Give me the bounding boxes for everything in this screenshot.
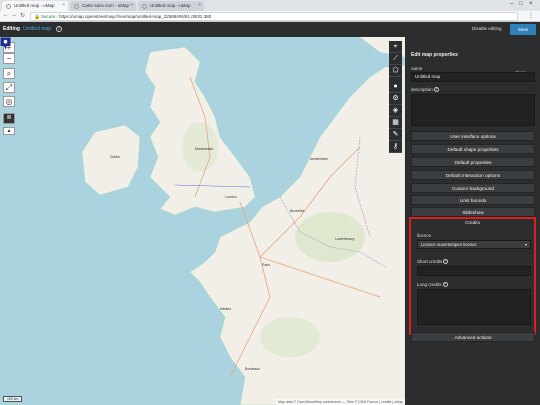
license-label: licence [417, 233, 432, 238]
city-label: Dublin [110, 155, 120, 159]
credits-section: Credits licence Licence ouverte/open lic… [409, 217, 536, 335]
search-icon[interactable]: ⌕ [3, 68, 15, 79]
minimize-icon[interactable]: – [510, 1, 513, 7]
locate-icon[interactable]: ◎ [3, 96, 15, 107]
section-default-shape-properties[interactable]: Default shape properties [411, 144, 535, 154]
section-slideshow[interactable]: Slideshow [411, 207, 535, 217]
browser-menu-icon[interactable]: ⋮ [528, 12, 534, 19]
maximize-icon[interactable]: □ [519, 1, 523, 7]
edit-map-properties-panel: Edit map properties Close name Untitled … [405, 37, 540, 405]
draw-line-icon[interactable]: ⟋ [389, 53, 402, 65]
help-icon[interactable]: ? [56, 26, 62, 32]
short-credits-label: Short credits? [417, 259, 449, 265]
tab-label: Untitled map - uMap [14, 3, 55, 8]
secure-label: Secure [41, 14, 56, 19]
draw-marker-icon[interactable]: ⌖ [389, 41, 402, 53]
name-label: name [411, 66, 423, 71]
close-window-icon[interactable]: × [529, 1, 533, 7]
map-canvas[interactable]: London Paris Bruxelles Amsterdam Luxembo… [0, 37, 405, 405]
layers-icon[interactable]: ≣ [3, 113, 15, 124]
map-tiles [81, 37, 405, 405]
tab-label: Untitled map - uMap [150, 3, 191, 8]
browser-tab-bar: Untitled map - uMap × Carte sans nom - u… [0, 0, 540, 11]
url-text: https://umap.openstreetmap.fr/en/map/unt… [58, 14, 212, 19]
map-info-icon[interactable]: ● [389, 81, 402, 93]
close-tab-icon[interactable]: × [130, 1, 133, 9]
fullscreen-icon[interactable]: ⤢ [3, 82, 15, 93]
lock-icon: 🔒 [34, 14, 41, 20]
key-permissions-icon[interactable]: ⚷ [389, 141, 402, 153]
favicon-icon [142, 4, 147, 9]
help-icon[interactable]: ? [433, 87, 439, 93]
dropdown-arrow-icon: ▾ [524, 242, 527, 247]
help-icon[interactable]: ? [443, 259, 449, 265]
credits-title[interactable]: Credits [413, 220, 532, 225]
city-label: Bruxelles [290, 209, 305, 213]
edit-toolbar: ⌖ ⟋ ⬠ ● ⚙ ◈ ▦ ✎ ⚷ [389, 41, 402, 153]
city-label: Luxembourg [335, 237, 355, 241]
url-field[interactable]: 🔒 Secure | https://umap.openstreetmap.fr… [30, 12, 518, 21]
city-label: Amsterdam [310, 157, 328, 161]
long-credits-label: Long credits? [417, 282, 448, 288]
section-user-interface-options[interactable]: User interface options [411, 131, 535, 141]
section-default-interaction-options[interactable]: Default interaction options [411, 170, 535, 180]
section-limit-bounds[interactable]: Limit bounds [411, 195, 535, 205]
layers-manage-icon[interactable]: ◈ [389, 105, 402, 117]
browser-tab-1[interactable]: Untitled map - uMap × [2, 1, 68, 11]
name-field[interactable]: Untitled map [411, 72, 535, 82]
city-label: London [225, 195, 237, 199]
help-icon[interactable]: ? [442, 282, 448, 288]
license-selected-value: Licence ouverte/open licence [421, 242, 477, 247]
description-field[interactable] [411, 94, 535, 126]
draw-polygon-icon[interactable]: ⬠ [389, 65, 402, 77]
description-label: description? [411, 87, 439, 93]
save-button[interactable]: Save [510, 24, 536, 35]
map-name-link[interactable]: Untitled map [23, 26, 51, 32]
section-default-properties[interactable]: Default properties [411, 157, 535, 167]
city-label: Nantes [220, 307, 232, 311]
city-label: Paris [262, 263, 270, 267]
zoom-out-button[interactable]: − [3, 53, 15, 64]
map-scale: 100 km [3, 396, 23, 402]
license-select[interactable]: Licence ouverte/open licence ▾ [417, 240, 531, 249]
close-tab-icon[interactable]: × [62, 1, 65, 9]
city-label: Bordeaux [245, 367, 260, 371]
close-tab-icon[interactable]: × [198, 1, 201, 9]
city-label: Manchester [195, 147, 214, 151]
disable-editing-button[interactable]: Disable editing [472, 26, 502, 31]
long-credits-field[interactable] [417, 289, 531, 325]
collapse-icon[interactable]: ▲ [3, 127, 15, 135]
umap-top-bar: Editing Untitled map ? Disable editing S… [0, 22, 540, 37]
tab-label: Carte sans nom - uMap [82, 3, 130, 8]
pen-edit-icon[interactable]: ✎ [389, 129, 402, 141]
browser-tab-3[interactable]: Untitled map - uMap × [138, 1, 204, 11]
map-marker-icon[interactable] [0, 37, 11, 50]
section-advanced-actions[interactable]: Advanced actions [411, 332, 535, 342]
favicon-icon [74, 4, 79, 9]
settings-gear-icon[interactable]: ⚙ [389, 93, 402, 105]
tile-layer-icon[interactable]: ▦ [389, 117, 402, 129]
back-icon[interactable]: ← [3, 12, 9, 18]
address-bar: ← → ↻ 🔒 Secure | https://umap.openstreet… [0, 11, 540, 22]
reload-icon[interactable]: ↻ [20, 12, 25, 19]
section-custom-background[interactable]: Custom background [411, 183, 535, 193]
panel-title: Edit map properties [411, 52, 458, 58]
editing-label: Editing [3, 26, 20, 32]
favicon-icon [6, 4, 11, 9]
forward-icon[interactable]: → [11, 12, 17, 18]
browser-tab-2[interactable]: Carte sans nom - uMap × [70, 1, 136, 11]
map-attribution: Map data © OpenStreetMap contributors — … [275, 399, 405, 405]
short-credits-field[interactable] [417, 266, 531, 276]
